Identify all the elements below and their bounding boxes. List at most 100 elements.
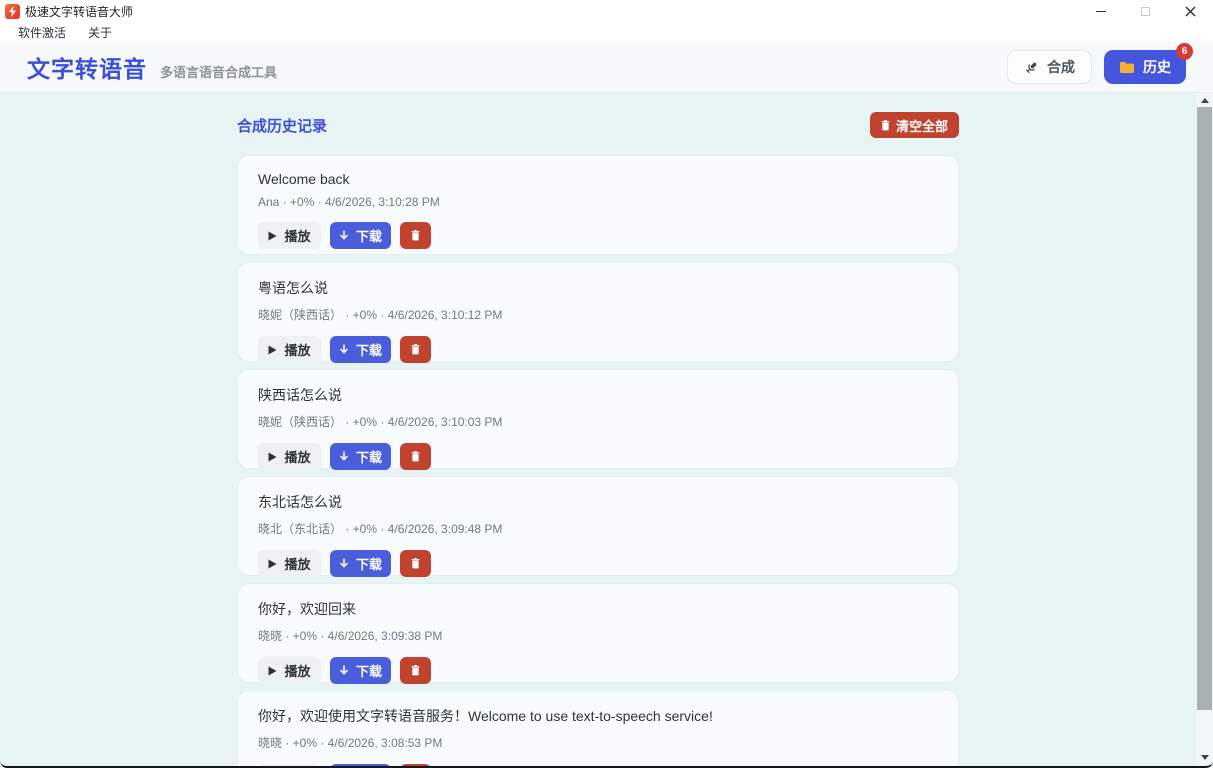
- trash-icon: [881, 120, 890, 131]
- delete-button[interactable]: [400, 336, 431, 363]
- history-item-meta: 晓妮（陕西话） · +0% · 4/6/2026, 3:10:12 PM: [258, 306, 938, 323]
- history-item-actions: 播放 下载: [258, 550, 938, 577]
- history-list: Welcome back Ana · +0% · 4/6/2026, 3:10:…: [237, 155, 959, 766]
- app-window: 极速文字转语音大师 软件激活 关于 文字转语音 多语言语音合成工具: [0, 0, 1213, 768]
- clear-all-label: 清空全部: [896, 116, 948, 135]
- download-label: 下载: [356, 340, 382, 359]
- play-icon: [268, 231, 277, 241]
- delete-button[interactable]: [400, 764, 431, 766]
- download-button[interactable]: 下载: [330, 764, 391, 766]
- scrollbar-down-button[interactable]: [1196, 750, 1213, 764]
- play-button[interactable]: 播放: [258, 336, 321, 363]
- download-label: 下载: [356, 226, 382, 245]
- download-icon: [339, 344, 349, 355]
- scrollbar-thumb[interactable]: [1197, 107, 1212, 710]
- download-button[interactable]: 下载: [330, 222, 391, 249]
- play-label: 播放: [284, 226, 310, 245]
- vertical-scrollbar[interactable]: [1196, 93, 1213, 764]
- play-icon: [268, 345, 277, 355]
- play-button[interactable]: 播放: [258, 443, 321, 470]
- menu-item-activate[interactable]: 软件激活: [18, 24, 66, 41]
- play-icon: [268, 666, 277, 676]
- app-header: 文字转语音 多语言语音合成工具 合成 历史: [0, 42, 1213, 93]
- maximize-icon: [1141, 7, 1150, 16]
- history-item-title: 陕西话怎么说: [258, 385, 938, 405]
- download-icon: [339, 665, 349, 676]
- download-icon: [339, 230, 349, 241]
- window-title: 极速文字转语音大师: [25, 3, 133, 20]
- window-controls: [1078, 0, 1213, 22]
- app-logo-icon: [5, 4, 20, 19]
- play-button[interactable]: 播放: [258, 764, 321, 766]
- close-button[interactable]: [1168, 0, 1213, 22]
- menubar: 软件激活 关于: [0, 22, 1213, 42]
- app-brand-title: 文字转语音: [27, 50, 147, 84]
- scrollbar-up-button[interactable]: [1196, 93, 1213, 107]
- play-label: 播放: [284, 447, 310, 466]
- lightning-icon: [8, 6, 17, 17]
- history-heading: 合成历史记录: [237, 115, 327, 136]
- minimize-icon: [1096, 11, 1106, 12]
- history-item-title: 粤语怎么说: [258, 278, 938, 298]
- download-button[interactable]: 下载: [330, 443, 391, 470]
- maximize-button[interactable]: [1123, 0, 1168, 22]
- history-card: 你好，欢迎使用文字转语音服务！Welcome to use text-to-sp…: [237, 690, 959, 766]
- history-card: 粤语怎么说 晓妮（陕西话） · +0% · 4/6/2026, 3:10:12 …: [237, 262, 959, 362]
- play-button[interactable]: 播放: [258, 657, 321, 684]
- download-label: 下载: [356, 447, 382, 466]
- play-icon: [268, 452, 277, 462]
- download-button[interactable]: 下载: [330, 336, 391, 363]
- menu-item-about[interactable]: 关于: [88, 24, 112, 41]
- trash-icon: [411, 451, 420, 462]
- history-panel-header: 合成历史记录 清空全部: [237, 112, 959, 138]
- delete-button[interactable]: [400, 222, 431, 249]
- history-item-actions: 播放 下载: [258, 443, 938, 470]
- download-label: 下载: [356, 554, 382, 573]
- delete-button[interactable]: [400, 657, 431, 684]
- close-icon: [1185, 6, 1196, 17]
- microphone-icon: [1024, 60, 1039, 75]
- download-icon: [339, 558, 349, 569]
- play-label: 播放: [284, 661, 310, 680]
- synthesize-tab-button[interactable]: 合成: [1007, 50, 1092, 84]
- history-card: 陕西话怎么说 晓妮（陕西话） · +0% · 4/6/2026, 3:10:03…: [237, 369, 959, 469]
- arrow-up-icon: [1201, 98, 1209, 103]
- download-label: 下载: [356, 661, 382, 680]
- play-icon: [268, 559, 277, 569]
- history-tab-button[interactable]: 历史 6: [1104, 50, 1186, 84]
- history-item-meta: 晓晓 · +0% · 4/6/2026, 3:08:53 PM: [258, 734, 938, 751]
- history-card: 你好，欢迎回来 晓晓 · +0% · 4/6/2026, 3:09:38 PM …: [237, 583, 959, 683]
- play-button[interactable]: 播放: [258, 222, 321, 249]
- history-item-actions: 播放 下载: [258, 336, 938, 363]
- download-button[interactable]: 下载: [330, 657, 391, 684]
- download-icon: [339, 451, 349, 462]
- header-actions: 合成 历史 6: [1007, 50, 1186, 84]
- history-item-title: 你好，欢迎回来: [258, 599, 938, 619]
- history-item-actions: 播放 下载: [258, 764, 938, 766]
- delete-button[interactable]: [400, 550, 431, 577]
- arrow-down-icon: [1201, 755, 1209, 760]
- download-button[interactable]: 下载: [330, 550, 391, 577]
- history-item-meta: 晓妮（陕西话） · +0% · 4/6/2026, 3:10:03 PM: [258, 413, 938, 430]
- titlebar-left: 极速文字转语音大师: [0, 3, 133, 20]
- play-label: 播放: [284, 340, 310, 359]
- history-count-badge: 6: [1176, 43, 1193, 60]
- trash-icon: [411, 558, 420, 569]
- play-label: 播放: [284, 554, 310, 573]
- history-tab-label: 历史: [1143, 57, 1171, 77]
- history-item-title: 你好，欢迎使用文字转语音服务！Welcome to use text-to-sp…: [258, 706, 938, 726]
- history-item-title: Welcome back: [258, 171, 938, 187]
- history-card: 东北话怎么说 晓北（东北话） · +0% · 4/6/2026, 3:09:48…: [237, 476, 959, 576]
- titlebar: 极速文字转语音大师: [0, 0, 1213, 22]
- folder-icon: [1119, 61, 1135, 74]
- app-subtitle: 多语言语音合成工具: [160, 62, 277, 81]
- history-item-meta: Ana · +0% · 4/6/2026, 3:10:28 PM: [258, 195, 938, 209]
- play-button[interactable]: 播放: [258, 550, 321, 577]
- history-card: Welcome back Ana · +0% · 4/6/2026, 3:10:…: [237, 155, 959, 255]
- delete-button[interactable]: [400, 443, 431, 470]
- history-item-meta: 晓北（东北话） · +0% · 4/6/2026, 3:09:48 PM: [258, 520, 938, 537]
- trash-icon: [411, 230, 420, 241]
- clear-all-button[interactable]: 清空全部: [870, 112, 959, 138]
- minimize-button[interactable]: [1078, 0, 1123, 22]
- history-item-actions: 播放 下载: [258, 657, 938, 684]
